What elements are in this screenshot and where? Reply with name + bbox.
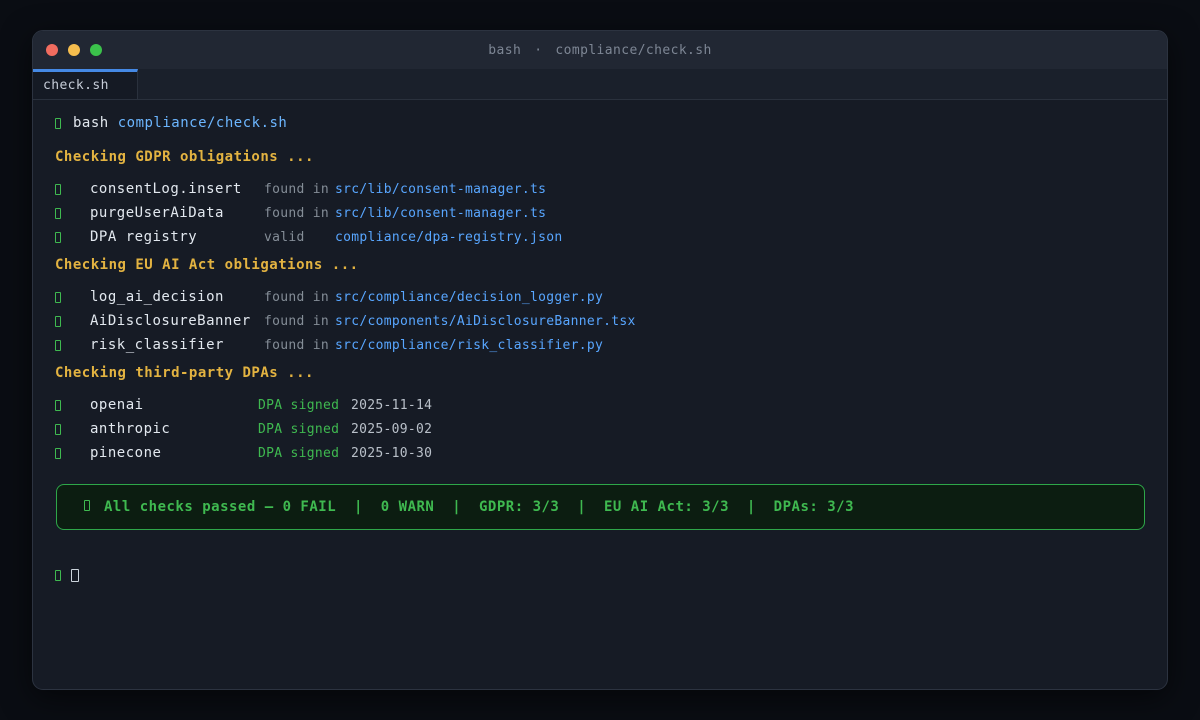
dpa-date: 2025-09-02 [351, 421, 433, 437]
check-glyph-icon [55, 315, 90, 327]
terminal-cursor [71, 568, 79, 582]
check-status: found in [264, 337, 330, 353]
check-status: found in [264, 289, 330, 305]
check-glyph-icon [55, 231, 90, 243]
tab-label: check.sh [43, 78, 109, 93]
check-glyph-icon [84, 499, 90, 515]
window-title-program: bash [488, 42, 522, 58]
check-row: AiDisclosureBanner found in src/componen… [55, 312, 1146, 330]
check-row: risk_classifier found in src/compliance/… [55, 336, 1146, 354]
vendor-name: anthropic [90, 421, 171, 437]
traffic-lights [33, 44, 102, 56]
dpa-row: openai DPA signed 2025-11-14 [55, 396, 1146, 414]
check-path: src/lib/consent-manager.ts [335, 205, 547, 221]
window-titlebar[interactable]: bash · compliance/check.sh [33, 31, 1167, 69]
close-button[interactable] [46, 44, 58, 56]
check-path: compliance/dpa-registry.json [335, 229, 563, 245]
terminal-body[interactable]: bash compliance/check.sh Checking GDPR o… [33, 100, 1167, 689]
check-name: purgeUserAiData [90, 205, 224, 221]
check-status: found in [264, 181, 330, 197]
check-name: AiDisclosureBanner [90, 313, 251, 329]
check-name: DPA registry [90, 229, 198, 245]
command-line: bash compliance/check.sh [55, 114, 1146, 132]
check-row: log_ai_decision found in src/compliance/… [55, 288, 1146, 306]
window-title-separator: · [534, 42, 543, 58]
dpa-status: DPA signed [258, 421, 340, 437]
window-title-file: compliance/check.sh [555, 42, 712, 58]
tab-bar: check.sh [33, 69, 1167, 100]
check-glyph-icon [55, 399, 90, 411]
dpa-date: 2025-11-14 [351, 397, 433, 413]
vendor-name: openai [90, 397, 144, 413]
section-header-third-party-dpas: Checking third-party DPAs ... [55, 365, 314, 381]
check-status: valid [264, 229, 305, 245]
prompt-line[interactable] [55, 566, 1146, 584]
section-header-eu-ai-act: Checking EU AI Act obligations ... [55, 257, 359, 273]
check-name: log_ai_decision [90, 289, 224, 305]
check-glyph-icon [55, 183, 90, 195]
check-glyph-icon [55, 423, 90, 435]
check-row: consentLog.insert found in src/lib/conse… [55, 180, 1146, 198]
check-path: src/lib/consent-manager.ts [335, 181, 547, 197]
vendor-name: pinecone [90, 445, 162, 461]
command-program: bash [73, 115, 109, 131]
window-title: bash · compliance/check.sh [33, 31, 1167, 69]
check-glyph-icon [55, 339, 90, 351]
prompt-glyph-icon [55, 117, 73, 129]
check-path: src/compliance/decision_logger.py [335, 289, 604, 305]
check-status: found in [264, 205, 330, 221]
check-glyph-icon [55, 447, 90, 459]
check-path: src/compliance/risk_classifier.py [335, 337, 604, 353]
prompt-glyph-icon [55, 569, 71, 581]
check-row: DPA registry valid compliance/dpa-regist… [55, 228, 1146, 246]
zoom-button[interactable] [90, 44, 102, 56]
tab-check-sh[interactable]: check.sh [33, 69, 138, 99]
check-status: found in [264, 313, 330, 329]
check-name: consentLog.insert [90, 181, 242, 197]
command-argument: compliance/check.sh [117, 115, 288, 131]
check-path: src/components/AiDisclosureBanner.tsx [335, 313, 636, 329]
check-row: purgeUserAiData found in src/lib/consent… [55, 204, 1146, 222]
summary-banner: All checks passed — 0 FAIL | 0 WARN | GD… [56, 484, 1145, 530]
check-name: risk_classifier [90, 337, 224, 353]
terminal-window: bash · compliance/check.sh check.sh bash… [32, 30, 1168, 690]
check-glyph-icon [55, 207, 90, 219]
dpa-row: pinecone DPA signed 2025-10-30 [55, 444, 1146, 462]
minimize-button[interactable] [68, 44, 80, 56]
dpa-status: DPA signed [258, 445, 340, 461]
dpa-date: 2025-10-30 [351, 445, 433, 461]
section-header-gdpr: Checking GDPR obligations ... [55, 149, 314, 165]
dpa-status: DPA signed [258, 397, 340, 413]
dpa-row: anthropic DPA signed 2025-09-02 [55, 420, 1146, 438]
summary-text: All checks passed — 0 FAIL | 0 WARN | GD… [104, 499, 855, 515]
check-glyph-icon [55, 291, 90, 303]
